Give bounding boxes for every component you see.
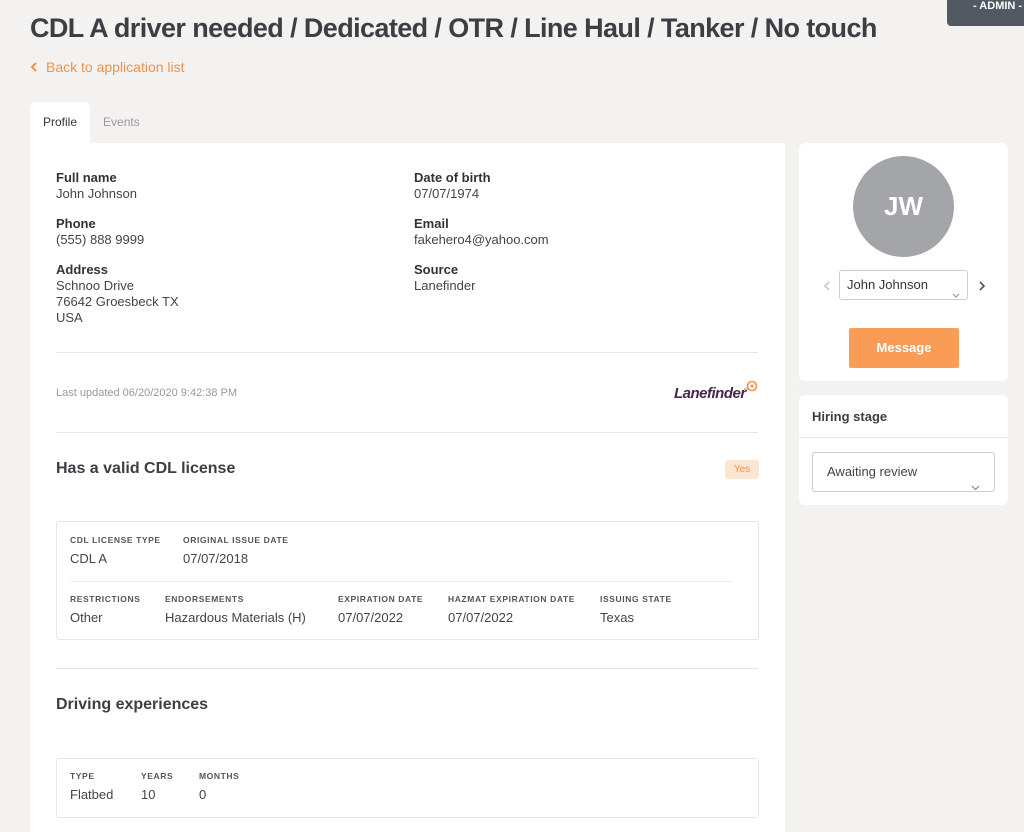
location-pin-icon <box>744 380 758 399</box>
cdl-endorsements-label: ENDORSEMENTS <box>165 594 244 604</box>
applicant-select-value: John Johnson <box>847 277 928 292</box>
cdl-issue-date-value: 07/07/2018 <box>183 551 249 566</box>
phone-value: (555) 888 9999 <box>56 232 145 247</box>
experience-box: TYPE Flatbed YEARS 10 MONTHS 0 <box>56 758 759 818</box>
divider <box>56 668 758 669</box>
address-label: Address <box>56 262 109 277</box>
address-line1: Schnoo Drive <box>56 278 135 293</box>
chevron-left-icon[interactable] <box>821 279 833 291</box>
cdl-issue-date: ORIGINAL ISSUE DATE 07/07/2018 <box>183 535 289 566</box>
phone-label: Phone <box>56 216 96 231</box>
hiring-stage-value: Awaiting review <box>827 464 918 479</box>
cdl-restrictions: RESTRICTIONS Other <box>70 594 140 625</box>
experience-type-label: TYPE <box>70 771 95 781</box>
divider <box>70 581 732 582</box>
profile-panel: Full name John Johnson Date of birth 07/… <box>30 143 785 832</box>
applicant-card: JW John Johnson Message <box>799 143 1008 381</box>
cdl-section-title: Has a valid CDL license <box>56 460 236 477</box>
divider <box>56 432 758 433</box>
cdl-endorsements-value: Hazardous Materials (H) <box>165 610 306 625</box>
last-updated-text: Last updated 06/20/2020 9:42:38 PM <box>56 387 238 399</box>
lanefinder-logo-text: Lanefinder <box>674 385 746 402</box>
full-name-value: John Johnson <box>56 186 137 201</box>
experience-years-value: 10 <box>141 787 156 802</box>
source-value: Lanefinder <box>414 278 476 293</box>
email-field: Email fakehero4@yahoo.com <box>414 216 549 248</box>
address-field: Address Schnoo Drive 76642 Groesbeck TX … <box>56 262 179 326</box>
dob-label: Date of birth <box>414 170 491 185</box>
chevron-down-icon <box>952 281 960 309</box>
cdl-expiration-label: EXPIRATION DATE <box>338 594 424 604</box>
back-to-list-link[interactable]: Back to application list <box>30 58 185 76</box>
chevron-down-icon <box>971 468 980 506</box>
cdl-expiration-value: 07/07/2022 <box>338 610 404 625</box>
source-label: Source <box>414 262 459 277</box>
experience-years: YEARS 10 <box>141 771 173 802</box>
hiring-stage-title: Hiring stage <box>812 409 888 424</box>
chevron-left-icon <box>30 62 37 72</box>
cdl-license-type: CDL LICENSE TYPE CDL A <box>70 535 161 566</box>
email-value: fakehero4@yahoo.com <box>414 232 549 247</box>
hiring-stage-select[interactable]: Awaiting review <box>812 452 995 492</box>
experience-section-title: Driving experiences <box>56 696 209 713</box>
tab-profile[interactable]: Profile <box>30 102 91 143</box>
email-label: Email <box>414 216 449 231</box>
full-name-label: Full name <box>56 170 117 185</box>
cdl-license-type-label: CDL LICENSE TYPE <box>70 535 161 545</box>
cdl-expiration: EXPIRATION DATE 07/07/2022 <box>338 594 423 625</box>
experience-years-label: YEARS <box>141 771 174 781</box>
cdl-endorsements: ENDORSEMENTS Hazardous Materials (H) <box>165 594 306 625</box>
cdl-issuing-state: ISSUING STATE Texas <box>600 594 672 625</box>
message-button[interactable]: Message <box>849 328 959 368</box>
experience-months-value: 0 <box>199 787 207 802</box>
cdl-hazmat-expiration: HAZMAT EXPIRATION DATE 07/07/2022 <box>448 594 575 625</box>
source-field: Source Lanefinder <box>414 262 475 294</box>
admin-badge: - ADMIN - <box>947 0 1024 26</box>
address-line2: 76642 Groesbeck TX <box>56 294 179 309</box>
lanefinder-logo: Lanefinder <box>674 380 760 404</box>
chevron-right-icon[interactable] <box>976 279 988 291</box>
back-link-label: Back to application list <box>46 59 185 75</box>
experience-months-label: MONTHS <box>199 771 240 781</box>
cdl-hazmat-expiration-value: 07/07/2022 <box>448 610 514 625</box>
avatar: JW <box>853 156 954 257</box>
experience-months: MONTHS 0 <box>199 771 239 802</box>
full-name-field: Full name John Johnson <box>56 170 137 202</box>
cdl-issuing-state-value: Texas <box>600 610 634 625</box>
cdl-issue-date-label: ORIGINAL ISSUE DATE <box>183 535 289 545</box>
dob-field: Date of birth 07/07/1974 <box>414 170 491 202</box>
cdl-restrictions-value: Other <box>70 610 103 625</box>
tab-bar: Profile Events <box>30 102 153 143</box>
cdl-issuing-state-label: ISSUING STATE <box>600 594 672 604</box>
experience-type-value: Flatbed <box>70 787 114 802</box>
experience-type: TYPE Flatbed <box>70 771 113 802</box>
cdl-status-badge: Yes <box>725 460 759 479</box>
applicant-select[interactable]: John Johnson <box>839 270 968 300</box>
cdl-license-type-value: CDL A <box>70 551 108 566</box>
divider <box>799 437 1008 438</box>
divider <box>56 352 758 353</box>
cdl-hazmat-expiration-label: HAZMAT EXPIRATION DATE <box>448 594 575 604</box>
address-line3: USA <box>56 310 83 325</box>
dob-value: 07/07/1974 <box>414 186 480 201</box>
cdl-restrictions-label: RESTRICTIONS <box>70 594 141 604</box>
tab-events[interactable]: Events <box>90 102 153 143</box>
cdl-details-box: CDL LICENSE TYPE CDL A ORIGINAL ISSUE DA… <box>56 521 759 640</box>
phone-field: Phone (555) 888 9999 <box>56 216 144 248</box>
hiring-stage-card: Hiring stage Awaiting review <box>799 395 1008 505</box>
page-title: CDL A driver needed / Dedicated / OTR / … <box>30 13 877 43</box>
